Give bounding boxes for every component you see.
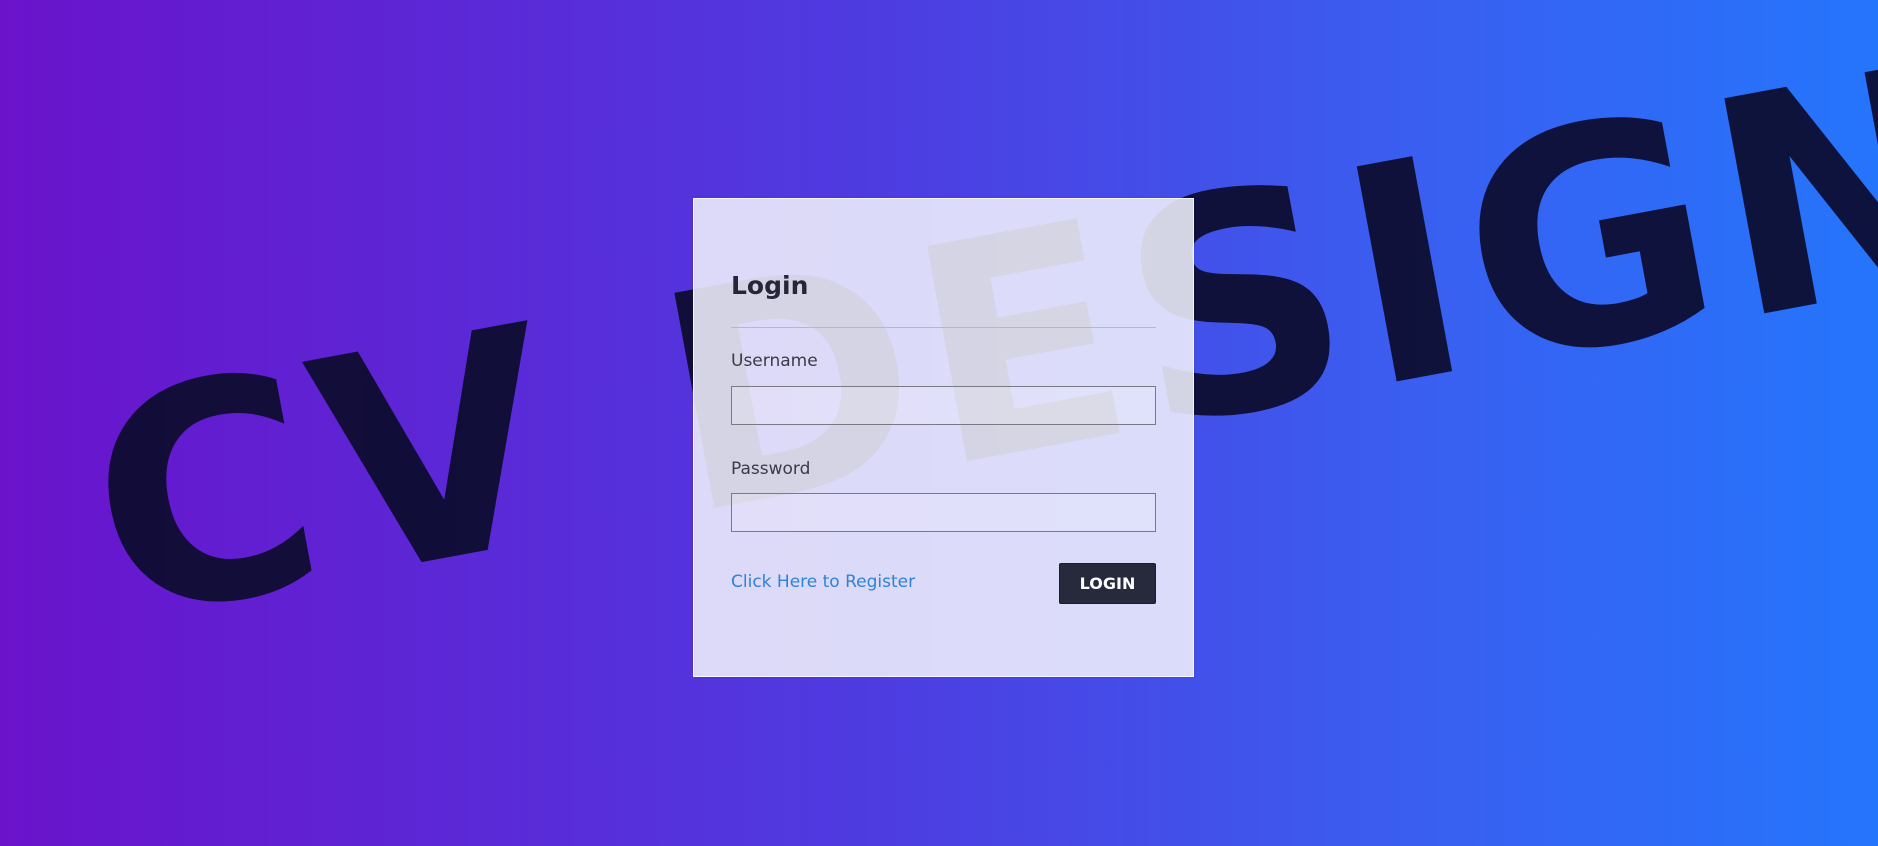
username-label: Username xyxy=(731,351,818,371)
login-button[interactable]: LOGIN xyxy=(1059,563,1156,604)
password-input[interactable] xyxy=(731,493,1156,532)
title-divider xyxy=(731,327,1156,328)
password-label: Password xyxy=(731,459,811,479)
login-title: Login xyxy=(731,271,809,300)
username-input[interactable] xyxy=(731,386,1156,425)
login-card: Login Username Password Click Here to Re… xyxy=(693,198,1194,677)
register-link[interactable]: Click Here to Register xyxy=(731,572,915,592)
